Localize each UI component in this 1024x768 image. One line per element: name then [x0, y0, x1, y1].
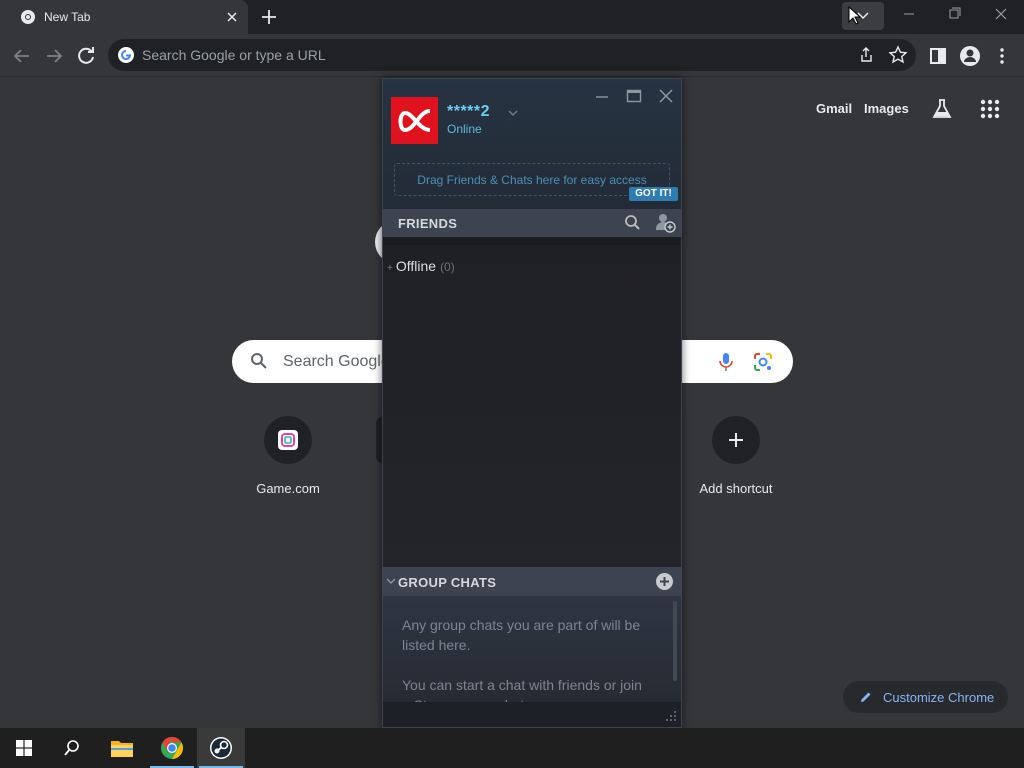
shortcut-tile [712, 416, 760, 464]
shortcut-game-com[interactable]: Game.com [232, 416, 344, 496]
pencil-icon [861, 692, 871, 702]
tab-strip: New Tab [0, 0, 1024, 34]
game-com-icon [278, 430, 298, 450]
back-button[interactable] [10, 44, 34, 68]
close-window-button[interactable] [978, 0, 1024, 30]
chrome-icon [161, 737, 183, 759]
google-apps-icon[interactable] [978, 97, 1002, 121]
chrome-icon [21, 10, 35, 24]
windows-logo-icon [16, 740, 32, 756]
labs-flask-icon[interactable] [930, 97, 954, 121]
start-button[interactable] [0, 728, 48, 768]
group-name: Offline [395, 258, 437, 274]
google-g-icon [118, 47, 134, 63]
tab-new-tab[interactable]: New Tab [0, 0, 248, 34]
voice-search-icon[interactable] [716, 351, 736, 373]
user-status: Online [447, 122, 482, 136]
create-group-chat-icon[interactable] [655, 572, 674, 591]
avatar[interactable] [391, 97, 438, 144]
customize-chrome-label: Customize Chrome [883, 690, 995, 705]
friend-group-offline[interactable]: + Offline (0) [387, 258, 455, 274]
friends-list: + Offline (0) [383, 245, 681, 567]
friends-header-label: FRIENDS [398, 216, 458, 231]
new-tab-button[interactable] [259, 7, 279, 27]
address-bar[interactable]: Search Google or type a URL [108, 39, 916, 71]
side-panel-icon[interactable] [926, 44, 950, 68]
shortcut-label: Add shortcut [699, 481, 773, 496]
username[interactable]: *****2 [447, 103, 490, 121]
mouse-cursor-icon [848, 6, 862, 25]
images-link[interactable]: Images [864, 101, 909, 116]
search-icon [251, 353, 267, 369]
group-chats-message-1: Any group chats you are part of will be … [402, 617, 641, 653]
profile-icon[interactable] [958, 44, 982, 68]
status-chevron-icon[interactable] [507, 107, 519, 119]
bookmark-star-icon[interactable] [888, 45, 908, 65]
add-shortcut-button[interactable]: Add shortcut [680, 416, 792, 496]
gmail-link[interactable]: Gmail [816, 101, 852, 116]
group-chats-label: GROUP CHATS [398, 575, 497, 590]
chrome-taskbar-button[interactable] [148, 728, 196, 768]
maximize-icon[interactable] [625, 87, 643, 105]
group-chats-message-2: You can start a chat with friends or joi… [402, 677, 642, 702]
scrollbar[interactable] [673, 601, 677, 681]
close-icon[interactable] [657, 87, 675, 105]
search-friends-icon[interactable] [624, 214, 641, 231]
expand-icon: + [387, 263, 393, 274]
resize-grip-icon[interactable] [665, 710, 677, 722]
friends-footer [383, 702, 681, 727]
friends-header: *****2 Online Drag Friends & Chats here … [383, 79, 681, 209]
group-count: (0) [440, 260, 455, 274]
drag-hint-text: Drag Friends & Chats here for easy acces… [417, 173, 647, 187]
got-it-button[interactable]: GOT IT! [629, 187, 678, 201]
avatar-logo-icon [398, 109, 431, 133]
address-bar-placeholder: Search Google or type a URL [142, 47, 326, 63]
add-friend-icon[interactable] [654, 212, 676, 234]
steam-taskbar-button[interactable] [197, 728, 245, 768]
file-explorer-button[interactable] [98, 728, 146, 768]
customize-chrome-button[interactable]: Customize Chrome [843, 681, 1008, 713]
browser-toolbar: Search Google or type a URL [0, 34, 1024, 77]
group-chats-empty-message: Any group chats you are part of will be … [402, 615, 650, 702]
more-menu-icon[interactable] [990, 44, 1014, 68]
shortcut-label: Game.com [256, 481, 320, 496]
steam-friends-window: *****2 Online Drag Friends & Chats here … [382, 78, 682, 728]
forward-button[interactable] [42, 44, 66, 68]
search-icon [64, 740, 79, 756]
share-icon[interactable] [856, 45, 876, 65]
plus-icon [729, 433, 743, 447]
search-box-placeholder: Search Google [283, 353, 390, 370]
steam-icon [210, 737, 232, 759]
taskbar [0, 728, 1024, 768]
taskbar-search-button[interactable] [48, 728, 96, 768]
restore-window-button[interactable] [932, 0, 978, 30]
close-tab-icon[interactable] [224, 9, 240, 25]
group-chats-panel: Any group chats you are part of will be … [383, 596, 681, 702]
reload-button[interactable] [74, 44, 98, 68]
shortcut-tile [264, 416, 312, 464]
tab-search-button[interactable] [842, 2, 884, 30]
chevron-down-icon [386, 578, 396, 584]
folder-icon [111, 741, 133, 757]
minimize-window-button[interactable] [886, 0, 932, 30]
group-chats-section-header[interactable]: GROUP CHATS [383, 567, 681, 596]
friends-section-header: FRIENDS [383, 209, 681, 237]
google-lens-icon[interactable] [752, 351, 774, 373]
minimize-icon[interactable] [593, 87, 611, 105]
tab-title: New Tab [44, 10, 91, 24]
